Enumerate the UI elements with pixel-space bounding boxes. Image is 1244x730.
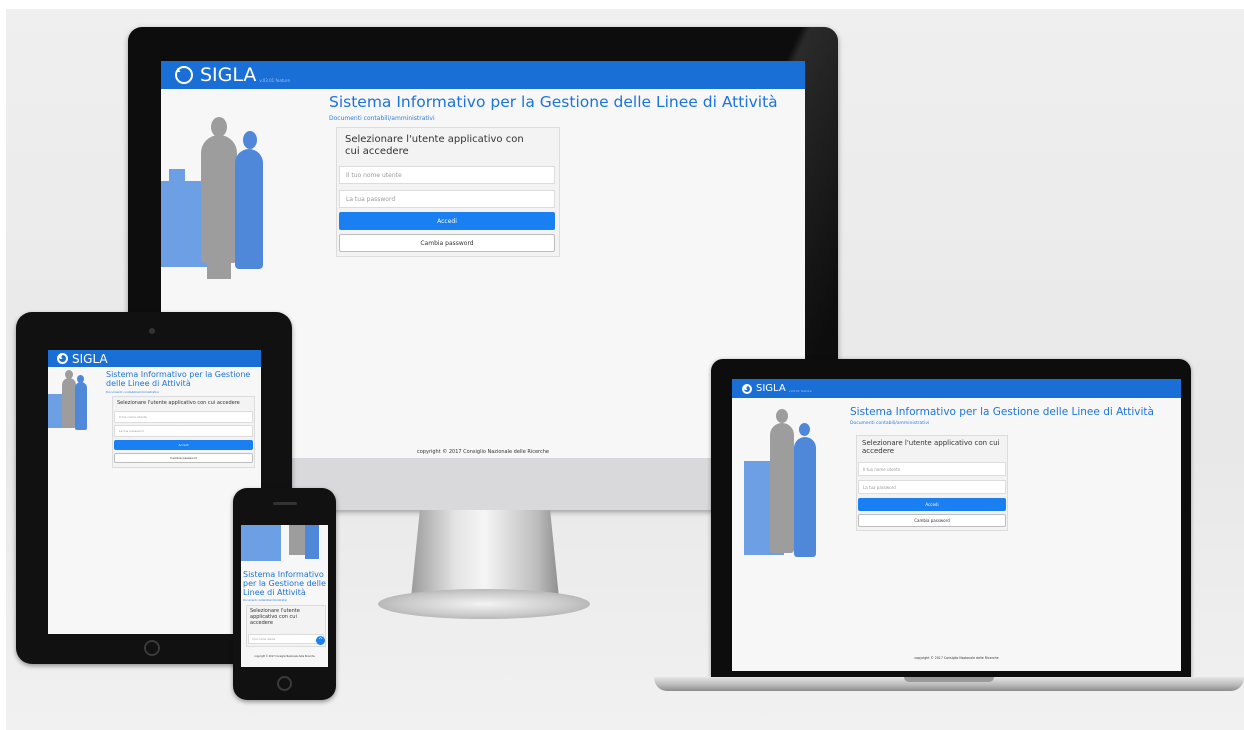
phone-login-card: Selezionare l'utente applicativo con cui… (246, 605, 326, 647)
tablet-logo-icon (57, 353, 68, 364)
phone-page-title: Sistema Informativo per la Gestione dell… (243, 570, 326, 597)
phone-home-button[interactable] (277, 676, 292, 691)
login-card: Selezionare l'utente applicativo con cui… (336, 127, 560, 257)
tablet-home-button[interactable] (144, 640, 160, 656)
chevron-up-icon[interactable]: ^ (316, 636, 325, 645)
app-version: v.03.01 feature (259, 77, 290, 83)
tablet-username-input[interactable]: Il tuo nome utente (114, 411, 253, 423)
tablet-app-header: SIGLA (48, 350, 261, 367)
laptop-app-header: SIGLA v.03.01 feature (732, 379, 1181, 398)
page-subtitle: Documenti contabili/amministrativi (329, 115, 435, 122)
username-input[interactable]: Il tuo nome utente (339, 166, 555, 184)
phone-device: Sistema Informativo per la Gestione dell… (233, 488, 336, 700)
monitor-base (378, 589, 590, 619)
laptop-brand-name: SIGLA (756, 383, 786, 394)
laptop-login-button[interactable]: Accedi (858, 498, 1006, 511)
phone-speaker (273, 502, 297, 505)
app-header: SIGLA v.03.01 feature (161, 61, 805, 89)
laptop-page-subtitle: Documenti contabili/amministrativi (850, 421, 930, 426)
tablet-change-password-button[interactable]: Cambia password (114, 453, 253, 463)
phone-page-subtitle: Documenti contabili/amministrativi (243, 599, 288, 602)
phone-screen: Sistema Informativo per la Gestione dell… (241, 525, 328, 667)
laptop-screen: SIGLA v.03.01 feature Sistema Informativ… (732, 379, 1181, 671)
tablet-camera (149, 328, 155, 334)
tablet-password-input[interactable]: La tua password (114, 425, 253, 437)
tablet-brand-name: SIGLA (72, 351, 108, 366)
laptop-notch (904, 677, 994, 682)
phone-footer-copyright: copyright © 2017 Consiglio Nazionale del… (254, 655, 315, 658)
tablet-page-title: Sistema Informativo per la Gestione dell… (106, 370, 251, 388)
tablet-screen: SIGLA Sistema Informativo per la Gestion… (48, 350, 261, 634)
login-heading: Selezionare l'utente applicativo con cui… (345, 134, 524, 157)
laptop-password-input[interactable]: La tua password (858, 480, 1006, 494)
laptop-base (654, 677, 1244, 691)
laptop-device: SIGLA v.03.01 feature Sistema Informativ… (711, 359, 1191, 677)
laptop-page-title: Sistema Informativo per la Gestione dell… (850, 406, 1154, 418)
password-input[interactable]: La tua password (339, 190, 555, 208)
laptop-username-input[interactable]: Il tuo nome utente (858, 462, 1006, 476)
brand-name: SIGLA (200, 64, 257, 86)
laptop-login-card: Selezionare l'utente applicativo con cui… (856, 435, 1008, 531)
laptop-login-heading: Selezionare l'utente applicativo con cui… (862, 439, 1000, 455)
logo-icon (175, 66, 193, 84)
tablet-login-heading: Selezionare l'utente applicativo con cui… (117, 400, 240, 406)
monitor-neck (411, 510, 559, 598)
phone-login-heading: Selezionare l'utente applicativo con cui… (250, 608, 300, 626)
laptop-logo-icon (742, 383, 752, 394)
tablet-page-subtitle: Documenti contabili/amministrativi (106, 390, 159, 394)
mockup-stage: SIGLA v.03.01 feature Sistema Informativ… (6, 9, 1244, 730)
login-button[interactable]: Accedi (339, 212, 555, 230)
laptop-app-version: v.03.01 feature (788, 389, 812, 393)
tablet-login-card: Selezionare l'utente applicativo con cui… (112, 396, 255, 468)
laptop-change-password-button[interactable]: Cambia password (858, 514, 1006, 527)
phone-username-input[interactable]: Il tuo nome utente (248, 634, 324, 644)
page-title: Sistema Informativo per la Gestione dell… (329, 93, 778, 111)
tablet-login-button[interactable]: Accedi (114, 440, 253, 450)
change-password-button[interactable]: Cambia password (339, 234, 555, 252)
laptop-footer-copyright: copyright © 2017 Consiglio Nazionale del… (914, 656, 999, 660)
